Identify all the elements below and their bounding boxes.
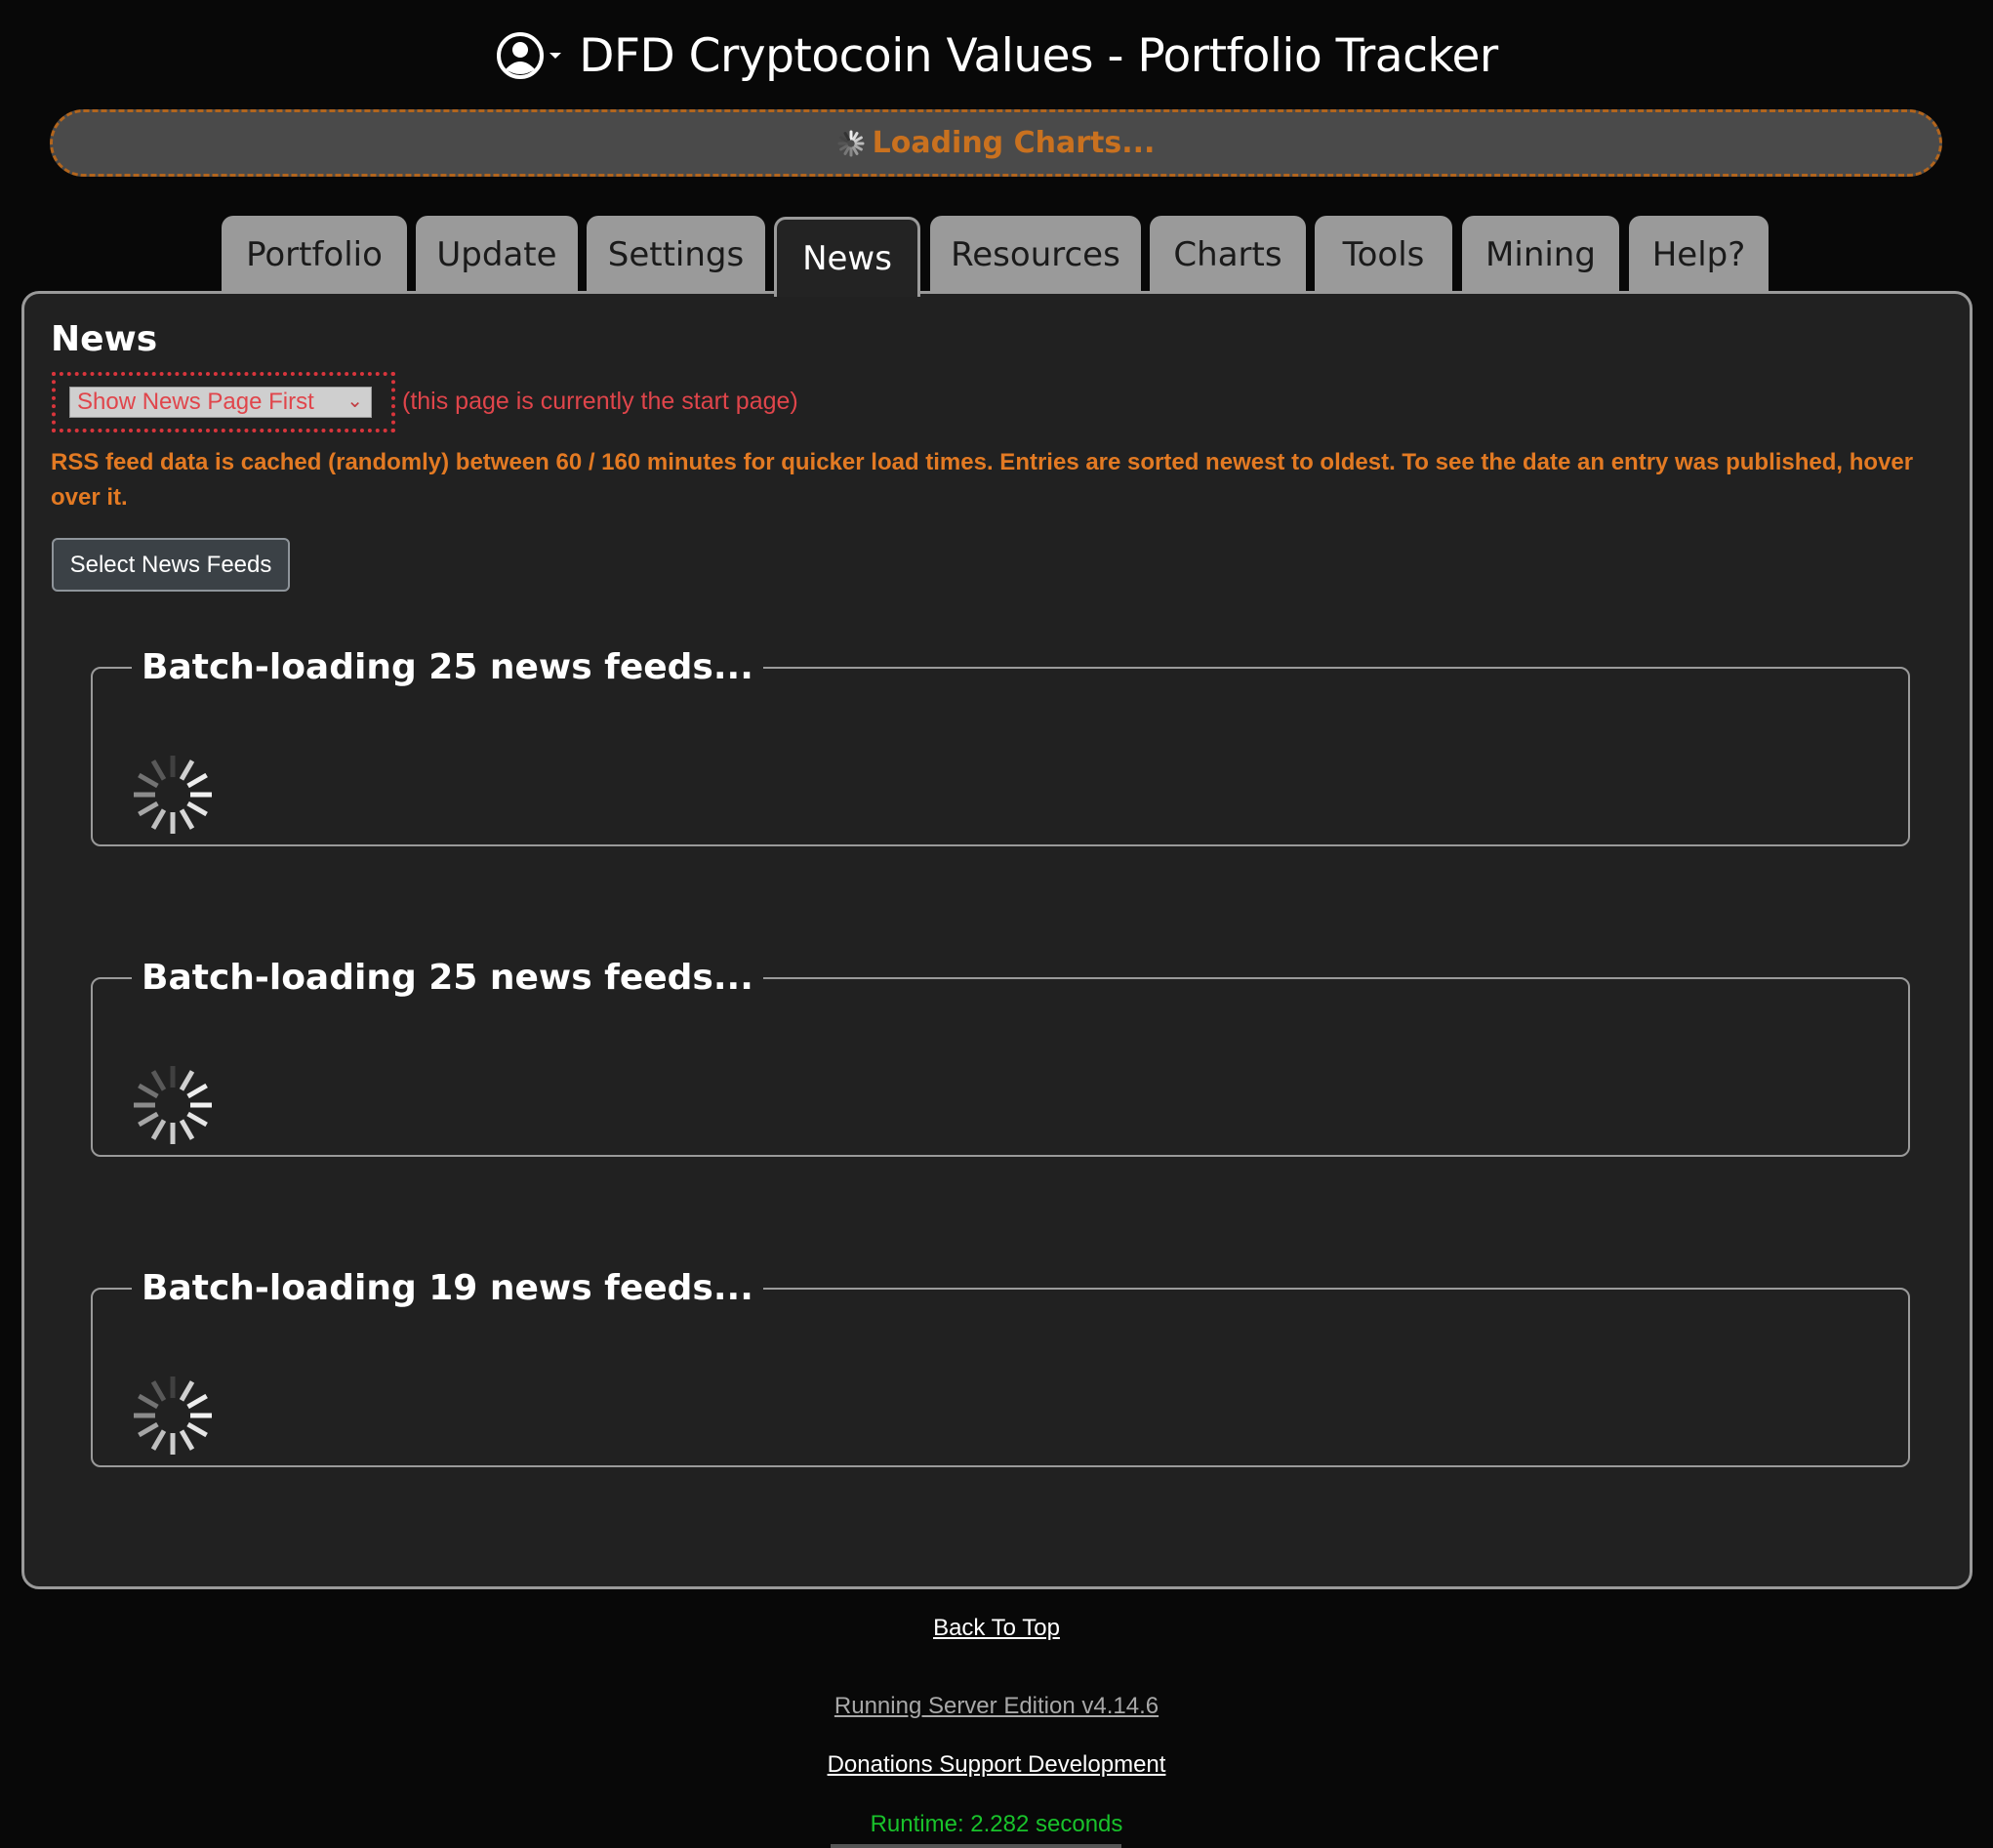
loading-charts-bar: Loading Charts... <box>50 109 1942 177</box>
batch-loading-legend: Batch-loading 19 news feeds... <box>142 1268 753 1308</box>
start-page-wrapper: Show News Page First ⌄ <box>52 372 395 432</box>
main-tabs: Portfolio Update Settings News Resources… <box>0 216 1993 297</box>
back-to-top-link[interactable]: Back To Top <box>933 1615 1060 1641</box>
tab-portfolio[interactable]: Portfolio <box>222 216 407 293</box>
batch-loading-box: Batch-loading 19 news feeds... <box>91 1269 1910 1467</box>
rss-cache-info: RSS feed data is cached (randomly) betwe… <box>51 449 1914 511</box>
batch-loading-legend: Batch-loading 25 news feeds... <box>142 958 753 998</box>
select-news-feeds-button[interactable]: Select News Feeds <box>52 538 290 592</box>
user-menu[interactable] <box>495 26 565 85</box>
scrollbar-hint <box>831 1844 1121 1848</box>
chevron-down-icon: ⌄ <box>346 390 363 412</box>
news-panel: News Show News Page First ⌄ (this page i… <box>21 291 1973 1589</box>
start-page-select[interactable]: Show News Page First ⌄ <box>69 387 372 418</box>
back-to-top-row: Back To Top <box>0 1615 1993 1642</box>
start-page-select-value: Show News Page First <box>77 389 314 415</box>
chevron-down-icon[interactable] <box>548 48 563 63</box>
tab-help[interactable]: Help? <box>1629 216 1769 293</box>
start-page-note: (this page is currently the start page) <box>402 388 798 415</box>
batch-loading-box: Batch-loading 25 news feeds... <box>91 648 1910 846</box>
page-header: DFD Cryptocoin Values - Portfolio Tracke… <box>0 21 1993 90</box>
edition-row: Running Server Edition v4.14.6 <box>0 1693 1993 1720</box>
tab-update[interactable]: Update <box>416 216 578 293</box>
user-circle-icon[interactable] <box>495 30 546 81</box>
tab-tools[interactable]: Tools <box>1315 216 1452 293</box>
donations-row: Donations Support Development <box>0 1751 1993 1779</box>
server-edition-link[interactable]: Running Server Edition v4.14.6 <box>834 1693 1159 1719</box>
spinner-icon <box>134 1376 212 1455</box>
tab-news[interactable]: News <box>774 217 920 297</box>
spinner-icon <box>134 756 212 834</box>
spinner-icon <box>134 1066 212 1144</box>
spinner-icon <box>837 130 865 156</box>
donations-link[interactable]: Donations Support Development <box>828 1751 1166 1778</box>
tab-settings[interactable]: Settings <box>587 216 765 293</box>
tab-resources[interactable]: Resources <box>930 216 1141 293</box>
tab-mining[interactable]: Mining <box>1462 216 1619 293</box>
batch-loading-box: Batch-loading 25 news feeds... <box>91 959 1910 1157</box>
tab-charts[interactable]: Charts <box>1150 216 1306 293</box>
loading-charts-text: Loading Charts... <box>872 126 1156 160</box>
runtime-text: Runtime: 2.282 seconds <box>870 1811 1123 1837</box>
batch-loading-legend: Batch-loading 25 news feeds... <box>142 647 753 687</box>
news-heading: News <box>51 319 158 359</box>
page-title: DFD Cryptocoin Values - Portfolio Tracke… <box>579 28 1498 83</box>
